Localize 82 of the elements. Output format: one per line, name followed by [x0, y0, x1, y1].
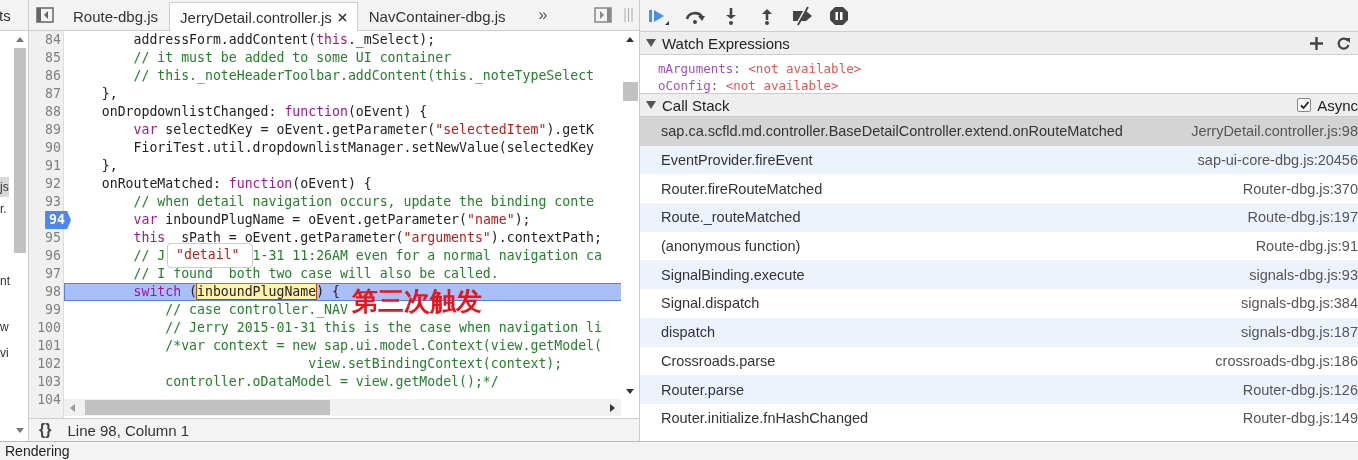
- line-number: 104: [37, 391, 62, 409]
- call-stack-frame[interactable]: sap.ca.scfld.md.controller.BaseDetailController.extend.onRouteMatched JerryDetail.controller.js:98: [640, 117, 1358, 146]
- line-number: 89: [45, 121, 62, 139]
- panel-toggle-icon[interactable]: [594, 7, 612, 23]
- line-number: 96: [45, 247, 62, 265]
- editor-tab[interactable]: Route-dbg.js: [62, 2, 170, 30]
- code-line: view.setBindingContext(context);: [307, 356, 563, 371]
- code-line: // it must be added to some UI container: [132, 50, 452, 65]
- expand-triangle-icon[interactable]: [646, 101, 656, 109]
- line-number: 102: [37, 355, 62, 373]
- line-number: 103: [37, 373, 62, 391]
- line-number: 95: [45, 229, 62, 247]
- line-number: 93: [45, 193, 62, 211]
- cursor-position: Line 98, Column 1: [67, 421, 190, 439]
- add-icon[interactable]: [1310, 36, 1323, 50]
- code-line: var selectedKey = oEvent.getParameter("selectedItem").getK: [132, 122, 595, 137]
- line-number: 100: [37, 319, 62, 337]
- code-line: onDropdownlistChanged: function(oEvent) {: [100, 104, 428, 119]
- line-number: 87: [45, 85, 62, 103]
- pause-on-exceptions-icon[interactable]: [827, 5, 851, 26]
- code-line: /*var context = new sap.ui.model.Context(view.getModel(: [164, 338, 602, 353]
- call-stack-frame[interactable]: EventProvider.fireEvent sap-ui-core-dbg.js:20456: [640, 145, 1358, 175]
- async-label: Async: [1317, 96, 1358, 114]
- line-number: 84: [45, 31, 62, 49]
- call-stack-frame[interactable]: dispatch signals-dbg.js:187: [640, 317, 1358, 347]
- editor-tab[interactable]: JerryDetail.controller.js: [169, 2, 358, 31]
- refresh-icon[interactable]: [1337, 36, 1350, 50]
- code-line: this sPath = oEvent.getParameter("arguments").contextPath;: [132, 230, 602, 245]
- code-line: // when detail navigation occurs, update the binding conte: [132, 194, 594, 209]
- code-line: onRouteMatched: function(oEvent) {: [100, 176, 372, 191]
- line-number: 88: [45, 103, 62, 121]
- file-item[interactable]: vi: [0, 343, 9, 363]
- line-number: 101: [37, 337, 62, 355]
- code-line: controller.oDataModel = view.getModel();*/: [164, 374, 499, 389]
- async-checkbox[interactable]: [1297, 98, 1312, 112]
- breakpoint-marker[interactable]: 94: [45, 211, 71, 229]
- scroll-down-icon[interactable]: [626, 389, 634, 394]
- code-line: // this._noteHeaderToolbar.addContent(this._noteTypeSelect: [132, 68, 594, 83]
- value-tooltip: "detail": [168, 244, 252, 267]
- more-tabs-button[interactable]: »: [538, 6, 548, 24]
- section-title[interactable]: Watch Expressions: [662, 34, 790, 52]
- code-line: },: [100, 86, 118, 101]
- code-fragment: 1-31 11:26AM even for a normal navigation ca: [252, 248, 602, 263]
- watch-expression: mArguments: <not available>: [658, 60, 862, 77]
- line-number: 98: [45, 283, 62, 301]
- line-number: 99: [45, 301, 62, 319]
- scrollbar-thumb[interactable]: [85, 400, 330, 415]
- editor-tab[interactable]: NavContainer-dbg.js: [357, 2, 517, 30]
- scroll-up-icon[interactable]: [626, 37, 634, 42]
- code-line: // case controller._NAV: [164, 302, 348, 317]
- close-icon[interactable]: [337, 12, 347, 22]
- code-line: // Jerry 2015-01-31 this is the case when navigation li: [164, 320, 602, 335]
- scrollbar-thumb[interactable]: [14, 48, 26, 253]
- code-line: FioriTest.util.dropdownlistManager.setNewValue(selectedKey: [132, 140, 594, 155]
- scroll-right-icon[interactable]: [610, 403, 615, 412]
- line-number: 90: [45, 139, 62, 157]
- file-item[interactable]: nt: [0, 271, 10, 291]
- file-item[interactable]: r.: [0, 199, 7, 219]
- code-fragment: // J: [132, 248, 166, 263]
- section-title[interactable]: Call Stack: [662, 96, 730, 114]
- drawer-tab[interactable]: Rendering: [5, 443, 70, 459]
- line-number: 86: [45, 67, 62, 85]
- drag-handle-icon[interactable]: [624, 8, 633, 22]
- pretty-print-button[interactable]: {}: [39, 421, 52, 439]
- expand-triangle-icon[interactable]: [646, 39, 656, 47]
- line-number: 85: [45, 49, 62, 67]
- watch-expression: oConfig: <not available>: [658, 77, 839, 94]
- line-number: 92: [45, 175, 62, 193]
- code-line: // I found both two case will also be called.: [132, 266, 499, 281]
- call-stack-frame[interactable]: Router.parse Router-dbg.js:126: [640, 375, 1358, 404]
- file-item[interactable]: w: [0, 317, 9, 337]
- scrollbar-thumb[interactable]: [622, 82, 638, 101]
- file-item[interactable]: js: [0, 177, 9, 197]
- horizontal-scrollbar[interactable]: [64, 399, 621, 416]
- sidebar-toggle-icon[interactable]: [36, 7, 54, 23]
- code-line: addressForm.addContent(this._mSelect);: [132, 32, 436, 47]
- code-line: },: [100, 158, 118, 173]
- call-stack-frame[interactable]: Route._routeMatched Route-dbg.js:197: [640, 203, 1358, 232]
- call-stack-frame[interactable]: SignalBinding.execute signals-dbg.js:93: [640, 260, 1358, 290]
- code-line: var inboundPlugName = oEvent.getParameter("name");: [132, 212, 531, 227]
- line-number: 91: [45, 157, 62, 175]
- line-number: 97: [45, 265, 62, 283]
